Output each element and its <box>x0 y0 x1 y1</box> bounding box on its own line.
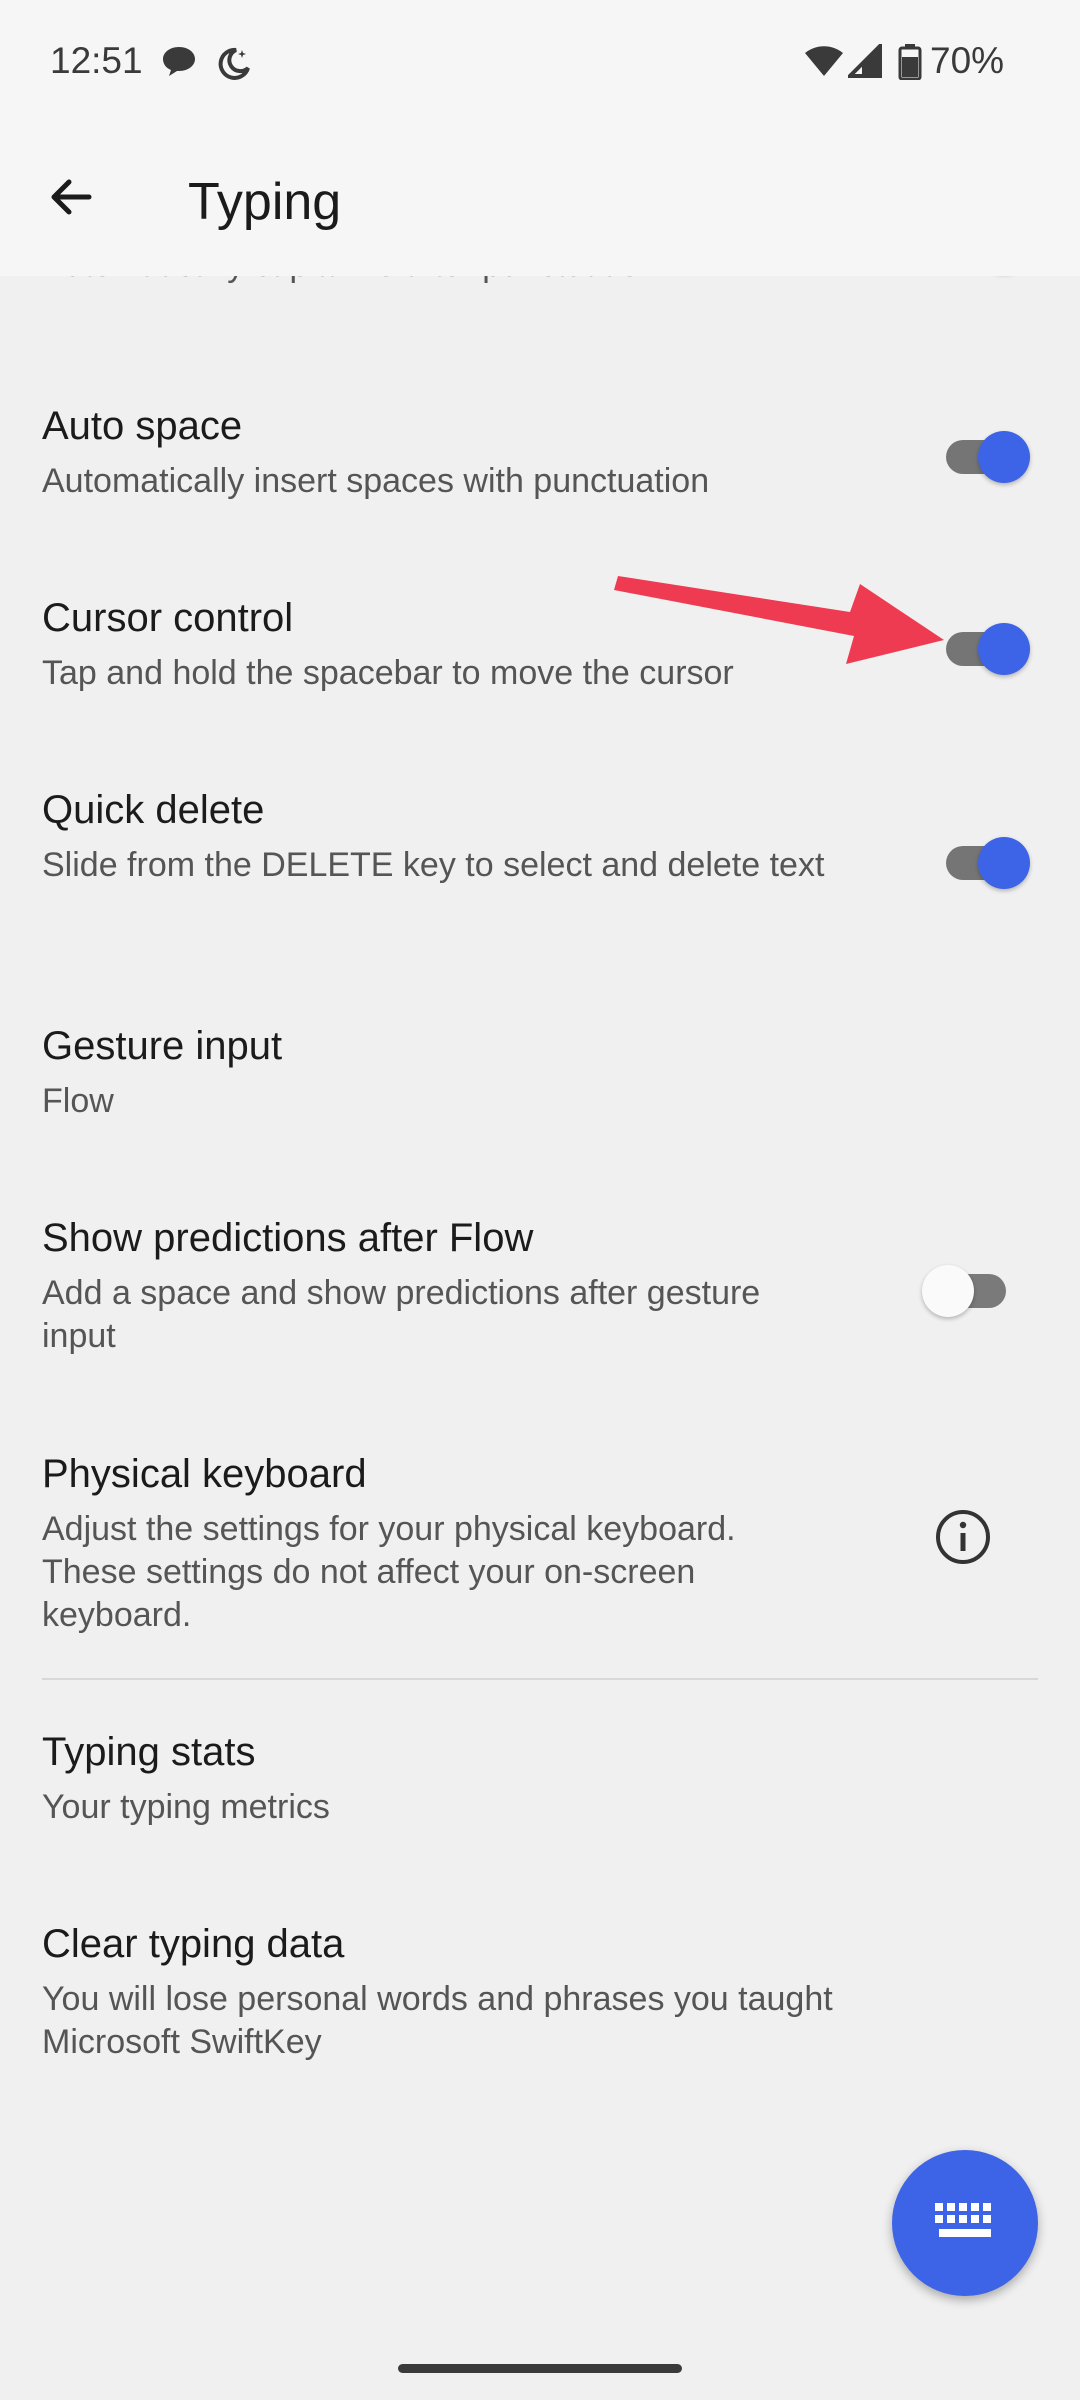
wifi-icon <box>804 44 844 83</box>
setting-title: Gesture input <box>42 1024 283 1068</box>
battery-icon <box>898 44 922 85</box>
info-icon <box>936 1510 990 1564</box>
setting-gesture-input[interactable]: Gesture input Flow <box>0 1024 1080 1144</box>
setting-summary: Add a space and show predictions after g… <box>42 1274 761 1355</box>
setting-title: Show predictions after Flow <box>42 1216 534 1260</box>
setting-summary: Automatically insert spaces with punctua… <box>42 462 710 500</box>
toggle-thumb <box>978 837 1030 889</box>
toggle-thumb <box>922 1265 974 1317</box>
cell-signal-icon <box>845 41 882 83</box>
status-bar: 12:51 70% <box>0 0 1080 130</box>
setting-summary: You will lose personal words and phrases… <box>42 1980 833 2061</box>
setting-title: Auto space <box>42 404 243 448</box>
setting-auto-space[interactable]: Auto space Automatically insert spaces w… <box>0 404 1080 544</box>
setting-title: Typing stats <box>42 1730 256 1774</box>
toggle-thumb <box>978 431 1030 483</box>
status-time: 12:51 <box>50 40 143 81</box>
arrow-left-icon <box>51 179 92 215</box>
keyboard-icon <box>935 2203 991 2237</box>
show-predictions-toggle[interactable] <box>922 1256 1012 1326</box>
setting-title: Clear typing data <box>42 1922 345 1966</box>
setting-clear-typing-data[interactable]: Clear typing data You will lose personal… <box>0 1922 1080 2082</box>
setting-title: Physical keyboard <box>42 1452 367 1496</box>
do-not-disturb-moon-icon <box>216 44 254 87</box>
setting-summary: Slide from the DELETE key to select and … <box>42 846 825 884</box>
page-title: Typing <box>188 173 342 231</box>
physical-keyboard-info-button[interactable] <box>934 1508 992 1566</box>
setting-typing-stats[interactable]: Typing stats Your typing metrics <box>0 1730 1080 1850</box>
back-button[interactable] <box>36 162 106 232</box>
section-divider <box>42 1678 1038 1680</box>
setting-auto-capitalize[interactable]: Automatically capitalize after punctuati… <box>0 276 1080 356</box>
keyboard-fab-button[interactable] <box>892 2150 1038 2296</box>
setting-title: Quick delete <box>42 788 265 832</box>
setting-physical-keyboard[interactable]: Physical keyboard Adjust the settings fo… <box>0 1452 1080 1652</box>
red-arrow-pointer-icon <box>614 576 944 664</box>
quick-delete-toggle[interactable] <box>940 828 1030 898</box>
setting-quick-delete[interactable]: Quick delete Slide from the DELETE key t… <box>0 788 1080 948</box>
setting-title: Cursor control <box>42 596 294 640</box>
app-bar: Typing <box>0 130 1080 276</box>
setting-summary: Flow <box>42 1082 114 1120</box>
setting-summary: Adjust the settings for your physical ke… <box>42 1510 736 1634</box>
setting-show-predictions-after-flow[interactable]: Show predictions after Flow Add a space … <box>0 1216 1080 1376</box>
battery-percentage: 70% <box>930 40 1005 81</box>
setting-summary: Automatically capitalize after punctuati… <box>42 276 842 287</box>
auto-space-toggle[interactable] <box>940 422 1030 492</box>
setting-summary: Your typing metrics <box>42 1788 330 1826</box>
toggle-thumb <box>978 623 1030 675</box>
auto-capitalize-toggle[interactable] <box>940 276 1030 282</box>
home-indicator[interactable] <box>398 2364 682 2373</box>
chat-bubble-icon <box>160 44 198 83</box>
